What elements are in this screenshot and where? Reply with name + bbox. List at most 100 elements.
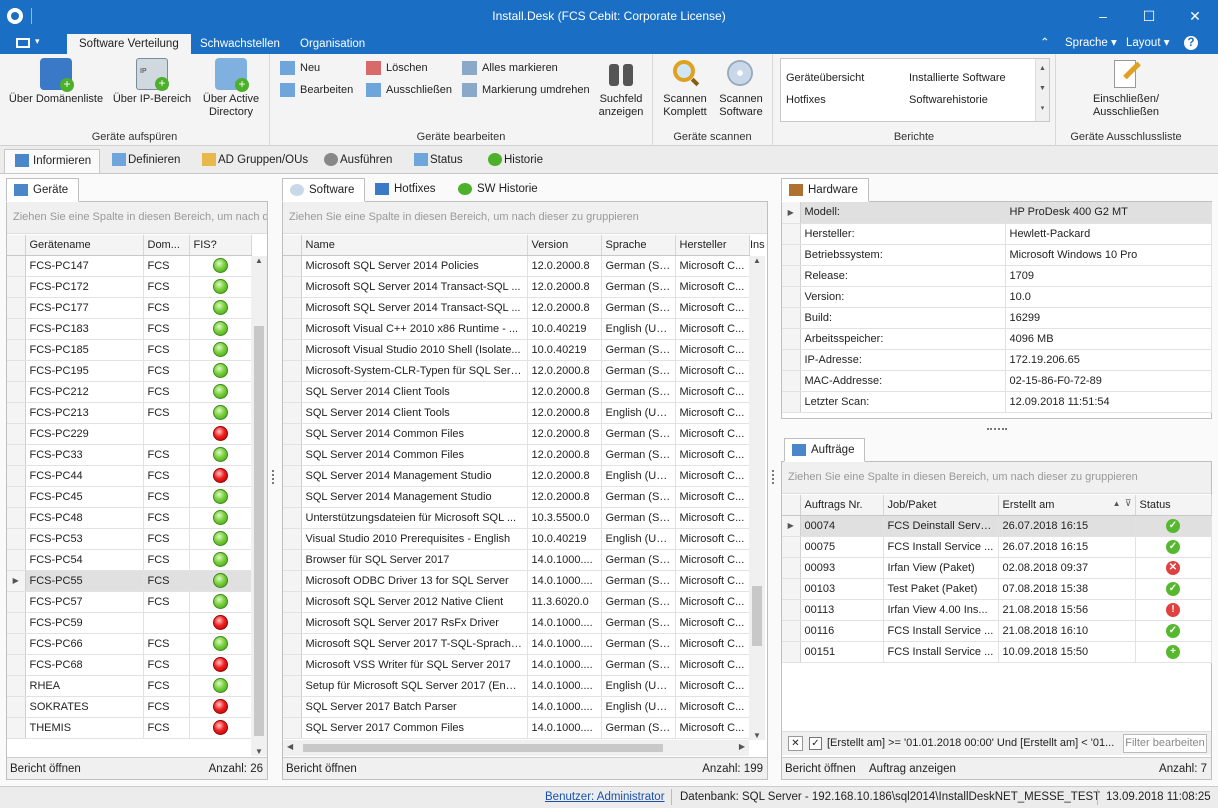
scroll-up-icon[interactable]: ▲ (255, 256, 263, 265)
ausschliessen-button[interactable]: Ausschließen (366, 81, 452, 99)
sprache-menu[interactable]: Sprache ▾ (1065, 35, 1117, 49)
table-row[interactable]: FCS-PC183 FCS (7, 318, 252, 340)
table-row[interactable]: Unterstützungsdateien für Microsoft SQL … (283, 507, 750, 529)
table-row[interactable]: FCS-PC195 FCS (7, 360, 252, 382)
scroll-thumb[interactable] (303, 744, 663, 752)
group-by-area[interactable]: Ziehen Sie eine Spalte in diesen Bereich… (283, 202, 767, 234)
table-row[interactable]: FCS-PC54 FCS (7, 549, 252, 571)
table-row[interactable]: 00113 Irfan View 4.00 Ins... 21.08.2018 15… (782, 599, 1212, 621)
table-row[interactable]: Microsoft Visual Studio 2010 Shell (Isol… (283, 339, 750, 361)
col-status[interactable]: Status (1135, 495, 1212, 516)
table-row[interactable]: Microsoft Visual C++ 2010 x86 Runtime - … (283, 318, 750, 340)
software-scrollbar[interactable]: ▲ ▼ (749, 256, 765, 740)
col-auftrags-nr[interactable]: Auftrags Nr. (800, 495, 884, 516)
table-row[interactable]: SQL Server 2014 Common Files 12.0.2000.8 G… (283, 444, 750, 466)
filter-text[interactable]: [Erstellt am] >= '01.01.2018 00:00' Und … (827, 737, 1117, 749)
table-row[interactable]: Setup für Microsoft SQL Server 2017 (Eng… (283, 675, 750, 697)
table-row[interactable]: FCS-PC45 FCS (7, 486, 252, 508)
report-installierte-software[interactable]: Installierte Software (909, 72, 1006, 84)
table-row[interactable]: Microsoft SQL Server 2017 T-SQL-Sprachd.… (283, 633, 750, 655)
group-by-area[interactable]: Ziehen Sie eine Spalte in diesen Bereich… (782, 462, 1211, 494)
report-softwarehistorie[interactable]: Softwarehistorie (909, 94, 988, 106)
report-hotfixes[interactable]: Hotfixes (786, 94, 826, 106)
table-row[interactable]: FCS-PC177 FCS (7, 297, 252, 319)
alles-markieren-button[interactable]: Alles markieren (462, 59, 558, 77)
ueber-ip-bereich-button[interactable]: IP + Über IP-Bereich (110, 58, 194, 106)
bericht-oeffnen-link[interactable]: Bericht öffnen (10, 758, 81, 780)
table-row[interactable]: THEMIS FCS (7, 717, 252, 739)
col-ins[interactable]: Ins (750, 239, 765, 251)
bericht-oeffnen-link[interactable]: Bericht öffnen (785, 758, 856, 780)
table-row[interactable]: SOKRATES FCS (7, 696, 252, 718)
table-row[interactable]: Microsoft SQL Server 2014 Transact-SQL .… (283, 297, 750, 319)
table-row[interactable]: Microsoft SQL Server 2017 RsFx Driver 14.… (283, 612, 750, 634)
table-row[interactable]: FCS-PC229 (7, 423, 252, 445)
table-row[interactable]: SQL Server 2017 Common Files 14.0.1000...… (283, 717, 750, 739)
table-row[interactable]: Browser für SQL Server 2017 14.0.1000....… (283, 549, 750, 571)
neu-button[interactable]: Neu (280, 59, 320, 77)
scroll-down-icon[interactable]: ▼ (255, 747, 263, 756)
property-row[interactable]: Arbeitsspeicher: 4096 MB (782, 328, 1212, 350)
table-row[interactable]: FCS-PC147 FCS (7, 255, 252, 277)
table-row[interactable]: FCS-PC68 FCS (7, 654, 252, 676)
table-row[interactable]: SQL Server 2014 Management Studio 12.0.20… (283, 486, 750, 508)
col-job-paket[interactable]: Job/Paket (883, 495, 999, 516)
report-geraeteuebersicht[interactable]: Geräteübersicht (786, 72, 864, 84)
table-row[interactable]: 00116 FCS Install Service ... 21.08.2018 1… (782, 620, 1212, 642)
property-row[interactable]: Version: 10.0 (782, 286, 1212, 308)
table-row[interactable]: SQL Server 2014 Common Files 12.0.2000.8 G… (283, 423, 750, 445)
property-row[interactable]: Build: 16299 (782, 307, 1212, 329)
scroll-thumb[interactable] (752, 586, 762, 646)
markierung-umdrehen-button[interactable]: Markierung umdrehen (462, 81, 590, 99)
scroll-left-icon[interactable]: ◀ (287, 742, 293, 751)
tab-software[interactable]: Software (282, 178, 366, 202)
einschliessen-ausschliessen-button[interactable]: Einschließen/ Ausschließen (1086, 58, 1166, 119)
bearbeiten-button[interactable]: Bearbeiten (280, 81, 353, 99)
table-row[interactable]: FCS-PC33 FCS (7, 444, 252, 466)
suchfeld-anzeigen-button[interactable]: Suchfeld anzeigen (596, 58, 646, 119)
tab-definieren[interactable]: Definieren (108, 149, 180, 173)
auftrag-anzeigen-link[interactable]: Auftrag anzeigen (869, 758, 956, 780)
property-row[interactable]: Betriebssystem: Microsoft Windows 10 Pro (782, 244, 1212, 266)
minimize-button[interactable]: – (1080, 0, 1126, 32)
property-row[interactable]: MAC-Addresse: 02-15-86-F0-72-89 (782, 370, 1212, 392)
col-domain[interactable]: Dom... (143, 235, 190, 256)
splitter-handle[interactable] (272, 470, 276, 484)
splitter-handle[interactable] (772, 470, 776, 484)
tab-informieren[interactable]: Informieren (4, 149, 101, 173)
table-row[interactable]: 00103 Test Paket (Paket) 07.08.2018 15:38 ✓ (782, 578, 1212, 600)
tab-sw-historie[interactable]: SW Historie (451, 178, 548, 202)
table-row[interactable]: ▶ 00074 FCS Deinstall Servic... 26.07.2018 … (782, 515, 1212, 537)
property-row[interactable]: Hersteller: Hewlett-Packard (782, 223, 1212, 245)
table-row[interactable]: FCS-PC172 FCS (7, 276, 252, 298)
scroll-right-icon[interactable]: ▶ (739, 742, 745, 751)
splitter-handle[interactable] (987, 428, 1007, 432)
table-row[interactable]: FCS-PC185 FCS (7, 339, 252, 361)
table-row[interactable]: 00075 FCS Install Service ... 26.07.2018 1… (782, 536, 1212, 558)
table-row[interactable]: ▶ FCS-PC55 FCS (7, 570, 252, 592)
table-row[interactable]: FCS-PC48 FCS (7, 507, 252, 529)
col-sprache[interactable]: Sprache (601, 235, 676, 256)
clear-filter-icon[interactable]: ✕ (788, 736, 803, 751)
scroll-down-icon[interactable]: ▼ (753, 731, 761, 740)
table-row[interactable]: FCS-PC59 (7, 612, 252, 634)
ueber-active-directory-button[interactable]: + Über Active Directory (196, 58, 266, 119)
table-row[interactable]: FCS-PC53 FCS (7, 528, 252, 550)
scannen-software-button[interactable]: Scannen Software (715, 58, 767, 119)
table-row[interactable]: Microsoft SQL Server 2012 Native Client 1… (283, 591, 750, 613)
tab-historie[interactable]: Historie (484, 149, 543, 173)
property-row[interactable]: Release: 1709 (782, 265, 1212, 287)
tab-hotfixes[interactable]: Hotfixes (368, 178, 446, 202)
bericht-oeffnen-link[interactable]: Bericht öffnen (286, 758, 357, 780)
app-menu-button[interactable]: ▾ (10, 35, 48, 51)
col-version[interactable]: Version (527, 235, 602, 256)
tab-auftraege[interactable]: Aufträge (784, 438, 866, 462)
table-row[interactable]: Microsoft ODBC Driver 13 for SQL Server 1… (283, 570, 750, 592)
scannen-komplett-button[interactable]: Scannen Komplett (659, 58, 711, 119)
scroll-up-icon[interactable]: ▲ (753, 256, 761, 265)
tab-organisation[interactable]: Organisation (288, 34, 377, 54)
table-row[interactable]: Visual Studio 2010 Prerequisites - Engli… (283, 528, 750, 550)
property-row[interactable]: ▶ Modell: HP ProDesk 400 G2 MT (782, 202, 1212, 224)
table-row[interactable]: Microsoft SQL Server 2014 Policies 12.0.2… (283, 255, 750, 277)
table-row[interactable]: FCS-PC57 FCS (7, 591, 252, 613)
